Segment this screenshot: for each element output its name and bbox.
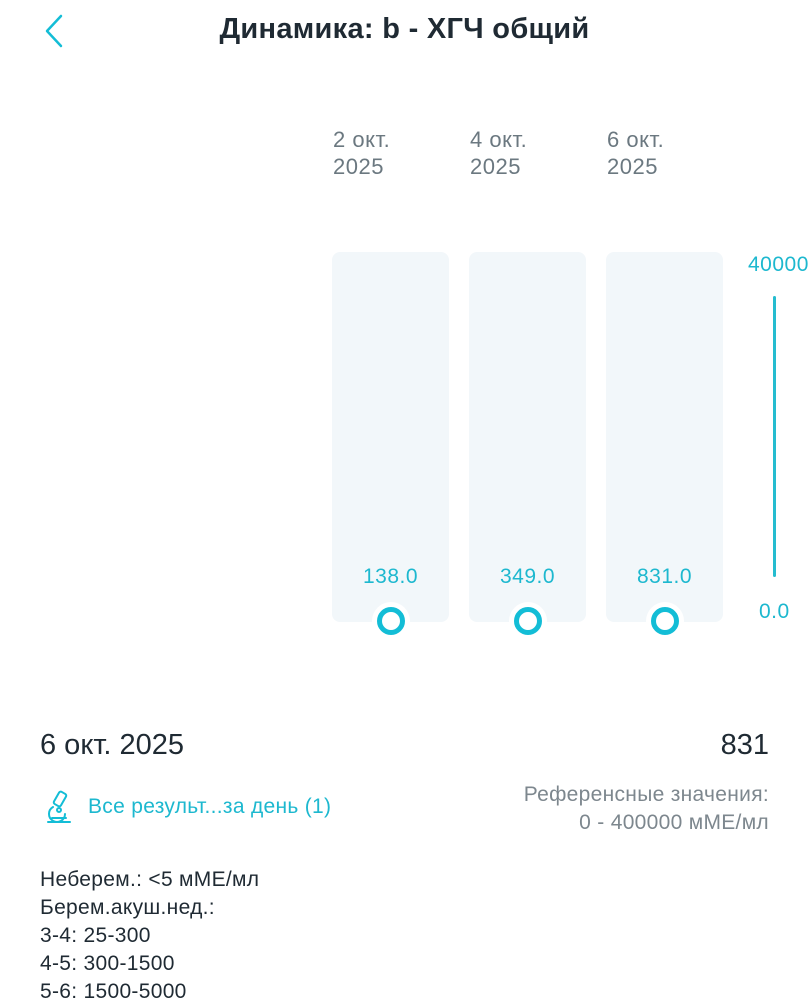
data-point[interactable]	[646, 602, 684, 640]
note-line: Неберем.: <5 мМЕ/мл	[40, 868, 260, 891]
y-axis-max-label: 400000	[748, 253, 809, 276]
selected-date: 6 окт. 2025	[40, 729, 185, 761]
y-axis-min-label: 0.0	[759, 600, 790, 623]
chart-column[interactable]: 6 окт. 2025 831.0	[606, 0, 723, 700]
column-date: 2 окт. 2025	[333, 127, 391, 179]
microscope-icon	[47, 790, 71, 823]
reference-values: Референсные значения: 0 - 400000 мМЕ/мл	[524, 781, 769, 837]
note-line: Берем.акуш.нед.:	[40, 896, 215, 919]
data-point[interactable]	[372, 602, 410, 640]
note-line: 3-4: 25-300	[40, 924, 151, 947]
reference-range: 0 - 400000 мМЕ/мл	[579, 811, 769, 834]
column-value-label: 138.0	[362, 565, 419, 588]
data-point[interactable]	[509, 602, 547, 640]
day-results-label: Все результ...за день (1)	[88, 795, 332, 818]
column-value-label: 349.0	[499, 565, 556, 588]
column-date: 6 окт. 2025	[607, 127, 665, 179]
dynamics-chart: 2 окт. 2025 138.0 4 окт. 2025 349.0 6 ок…	[0, 0, 809, 700]
reference-title: Референсные значения:	[523, 783, 769, 806]
reference-notes: Неберем.: <5 мМЕ/мл Берем.акуш.нед.: 3-4…	[40, 866, 259, 1000]
day-results-link[interactable]: Все результ...за день (1)	[44, 790, 331, 824]
chart-column[interactable]: 2 окт. 2025 138.0	[332, 0, 449, 700]
selected-value: 831	[720, 729, 769, 761]
column-value-label: 831.0	[636, 565, 693, 588]
note-line: 4-5: 300-1500	[40, 952, 175, 975]
note-line: 5-6: 1500-5000	[40, 980, 187, 1000]
chart-column[interactable]: 4 окт. 2025 349.0	[469, 0, 586, 700]
column-date: 4 окт. 2025	[470, 127, 528, 179]
y-axis-line	[773, 296, 776, 577]
